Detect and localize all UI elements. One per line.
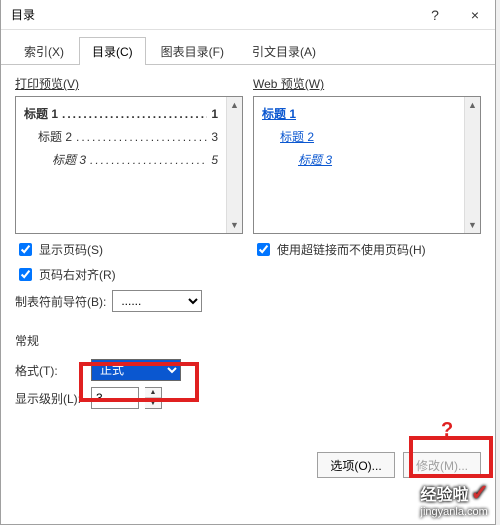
print-preview-label: 打印预览(V) [15,75,243,92]
levels-spinner[interactable]: ▲ ▼ [145,387,162,409]
web-preview-label: Web 预览(W) [253,75,481,92]
print-preview-content: 标题 1 .............................. 1 标题… [16,97,226,233]
format-select[interactable]: 正式 [91,359,181,381]
print-preview-box: 标题 1 .............................. 1 标题… [15,96,243,234]
annotation-question-mark: ? [441,419,453,442]
web-entry[interactable]: 标题 2 [280,126,456,149]
toc-page: 5 [211,149,218,172]
toc-entry: 标题 1 .............................. 1 [24,103,218,126]
tab-leader-select[interactable]: ...... [112,290,202,312]
scroll-up-icon[interactable]: ▲ [227,97,242,113]
show-page-numbers-input[interactable] [19,243,32,256]
toc-text: 标题 3 [52,149,86,172]
scroll-track[interactable] [465,113,480,217]
help-button[interactable]: ? [415,0,455,30]
format-label: 格式(T): [15,362,85,379]
tab-leader-label: 制表符前导符(B): [15,293,106,310]
options-button[interactable]: 选项(O)... [317,452,395,478]
toc-entry: 标题 3 ........................ 5 [52,149,218,172]
leader-dots: ............................ [76,126,207,149]
web-preview-content: 标题 1 标题 2 标题 3 [254,97,464,233]
web-preview-vscroll[interactable]: ▲ ▼ [464,97,480,233]
show-page-numbers-check[interactable]: 显示页码(S) [15,240,243,259]
leader-dots: ........................ [90,149,207,172]
use-hyperlinks-input[interactable] [257,243,270,256]
secondary-buttons: 选项(O)... 修改(M)... [317,452,481,478]
web-entry[interactable]: 标题 1 [262,103,456,126]
tab-toc[interactable]: 目录(C) [79,37,146,65]
right-align-label: 页码右对齐(R) [39,266,116,283]
toc-page: 1 [211,103,218,126]
spin-up-icon[interactable]: ▲ [145,388,161,398]
scroll-down-icon[interactable]: ▼ [227,217,242,233]
title-bar: 目录 ? × [1,0,495,30]
tab-strip: 索引(X) 目录(C) 图表目录(F) 引文目录(A) [1,30,495,65]
web-preview-col: Web 预览(W) 标题 1 标题 2 标题 3 ▲ ▼ 使用超链接而 [253,75,481,318]
toc-page: 3 [211,126,218,149]
check-icon: ✓ [471,480,489,505]
tab-citations[interactable]: 引文目录(A) [239,37,329,65]
right-align-check[interactable]: 页码右对齐(R) [15,265,243,284]
toc-text: 标题 2 [38,126,72,149]
tab-leader-row: 制表符前导符(B): ...... [15,290,243,312]
toc-text: 标题 1 [24,103,58,126]
web-entry[interactable]: 标题 3 [298,149,456,172]
scroll-up-icon[interactable]: ▲ [465,97,480,113]
use-hyperlinks-label: 使用超链接而不使用页码(H) [277,241,426,258]
leader-dots: .............................. [62,103,207,126]
close-button[interactable]: × [455,0,495,30]
print-preview-vscroll[interactable]: ▲ ▼ [226,97,242,233]
watermark-url: jingyanla.com [421,506,489,518]
toc-dialog: 目录 ? × 索引(X) 目录(C) 图表目录(F) 引文目录(A) 打印预览(… [0,0,496,525]
dialog-body: 打印预览(V) 标题 1 ...........................… [1,65,495,409]
watermark-text: 经验啦✓ jingyanla.com [421,480,489,518]
general-section: 常规 格式(T): 正式 显示级别(L): ▲ ▼ [15,332,481,409]
toc-entry: 标题 2 ............................ 3 [38,126,218,149]
use-hyperlinks-check[interactable]: 使用超链接而不使用页码(H) [253,240,481,259]
scroll-track[interactable] [227,113,242,217]
right-align-input[interactable] [19,268,32,281]
general-heading: 常规 [15,332,481,349]
levels-input[interactable] [91,387,139,409]
levels-label: 显示级别(L): [15,390,85,407]
scroll-down-icon[interactable]: ▼ [465,217,480,233]
tab-index[interactable]: 索引(X) [11,37,77,65]
previews-row: 打印预览(V) 标题 1 ...........................… [15,75,481,318]
print-preview-col: 打印预览(V) 标题 1 ...........................… [15,75,243,318]
format-row: 格式(T): 正式 [15,359,481,381]
tab-figures[interactable]: 图表目录(F) [148,37,237,65]
levels-row: 显示级别(L): ▲ ▼ [15,387,481,409]
dialog-title: 目录 [1,6,415,23]
show-page-numbers-label: 显示页码(S) [39,241,103,258]
modify-button: 修改(M)... [403,452,481,478]
web-preview-box: 标题 1 标题 2 标题 3 ▲ ▼ [253,96,481,234]
spin-down-icon[interactable]: ▼ [145,398,161,408]
